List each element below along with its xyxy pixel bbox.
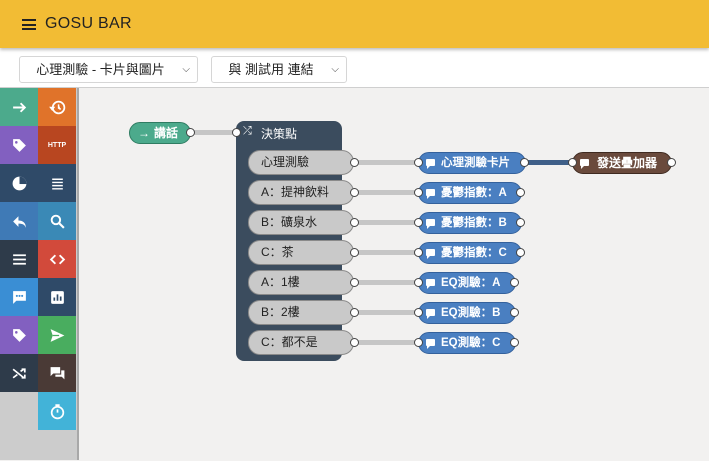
chat-dots-icon[interactable]	[0, 278, 38, 316]
sender-node-label: 發送疊加器	[597, 156, 658, 170]
sender-node[interactable]: 發送疊加器	[572, 152, 672, 174]
output-port[interactable]	[350, 338, 359, 347]
send-icon[interactable]	[38, 316, 76, 354]
connection-wire	[354, 340, 420, 345]
decision-option[interactable]: 心理測驗	[248, 150, 354, 175]
history-icon[interactable]	[38, 88, 76, 126]
forum-icon	[580, 159, 589, 169]
reply-icon[interactable]	[0, 202, 38, 240]
connection-wire	[354, 280, 420, 285]
connection-wire	[354, 160, 420, 165]
shuffle-icon: ⤮	[243, 125, 252, 137]
input-port[interactable]	[232, 128, 241, 137]
app-title: GOSU BAR	[45, 15, 132, 32]
output-port[interactable]	[510, 308, 519, 317]
output-port[interactable]	[350, 158, 359, 167]
chevron-down-icon: ⌵	[182, 64, 190, 75]
output-port[interactable]	[350, 278, 359, 287]
output-port[interactable]	[667, 158, 676, 167]
output-port[interactable]	[520, 158, 529, 167]
chat-bubble-icon	[426, 219, 435, 229]
connection-wire	[354, 310, 420, 315]
link-select-value: 與 測試用 連結	[228, 62, 314, 77]
chevron-down-icon: ⌵	[331, 64, 339, 75]
card-select-value: 心理測驗 - 卡片與圖片	[36, 62, 165, 77]
chat-bubble-icon	[426, 249, 435, 259]
message-node-label: 憂鬱指數：B	[441, 217, 507, 229]
menu-lines-icon[interactable]	[0, 240, 38, 278]
output-port[interactable]	[350, 248, 359, 257]
output-port[interactable]	[350, 308, 359, 317]
pie-chart-icon[interactable]	[0, 164, 38, 202]
output-port[interactable]	[516, 218, 525, 227]
input-port[interactable]	[414, 188, 423, 197]
flow-canvas[interactable]	[0, 87, 709, 461]
message-node[interactable]: EQ測驗：C	[418, 332, 516, 354]
message-node[interactable]: 心理測驗卡片	[418, 152, 526, 174]
arrow-right-icon[interactable]	[0, 88, 38, 126]
message-node-label: EQ測驗：C	[441, 337, 501, 349]
decision-option[interactable]: A：1樓	[248, 270, 354, 295]
decision-node-title: 決策點	[261, 127, 298, 141]
input-port[interactable]	[568, 158, 577, 167]
connection-wire	[354, 190, 420, 195]
decision-option[interactable]: A：提神飲料	[248, 180, 354, 205]
input-port[interactable]	[414, 338, 423, 347]
message-node[interactable]: EQ測驗：A	[418, 272, 516, 294]
output-port[interactable]	[516, 248, 525, 257]
output-port[interactable]	[350, 188, 359, 197]
connection-wire	[354, 220, 420, 225]
app-header: GOSU BAR	[0, 0, 709, 48]
code-icon[interactable]	[38, 240, 76, 278]
card-select[interactable]: 心理測驗 - 卡片與圖片 ⌵	[19, 56, 198, 83]
input-port[interactable]	[414, 248, 423, 257]
message-node[interactable]: 憂鬱指數：A	[418, 182, 522, 204]
shuffle-icon[interactable]	[0, 354, 38, 392]
hamburger-menu-icon[interactable]	[22, 19, 36, 30]
search-icon[interactable]	[38, 202, 76, 240]
speak-node[interactable]: → 講話	[129, 122, 191, 144]
tag-icon[interactable]	[0, 126, 38, 164]
output-port[interactable]	[510, 278, 519, 287]
output-port[interactable]	[516, 188, 525, 197]
message-node[interactable]: 憂鬱指數：C	[418, 242, 522, 264]
decision-option[interactable]: C：都不是	[248, 330, 354, 355]
http-icon[interactable]: HTTP	[38, 126, 76, 164]
message-node[interactable]: EQ測驗：B	[418, 302, 516, 324]
connection-wire	[354, 250, 420, 255]
input-port[interactable]	[414, 158, 423, 167]
chat-bubble-icon	[426, 189, 435, 199]
bar-chart-icon[interactable]	[38, 278, 76, 316]
forum-icon[interactable]	[38, 354, 76, 392]
connection-wire-active	[524, 160, 574, 165]
chat-bubble-icon	[426, 279, 435, 289]
output-port[interactable]	[186, 128, 195, 137]
message-node-label: 心理測驗卡片	[441, 157, 510, 169]
input-port[interactable]	[414, 308, 423, 317]
output-port[interactable]	[350, 218, 359, 227]
list-icon[interactable]	[38, 164, 76, 202]
message-node-label: 憂鬱指數：C	[441, 247, 507, 259]
toolbox: HTTP	[0, 88, 79, 460]
decision-option[interactable]: B：2樓	[248, 300, 354, 325]
timer-icon[interactable]	[38, 392, 76, 430]
message-node[interactable]: 憂鬱指數：B	[418, 212, 522, 234]
link-select[interactable]: 與 測試用 連結 ⌵	[211, 56, 347, 83]
chat-bubble-icon	[426, 159, 435, 169]
message-node-label: 憂鬱指數：A	[441, 187, 507, 199]
message-node-label: EQ測驗：B	[441, 307, 501, 319]
arrow-right-icon: →	[138, 126, 150, 140]
connection-wire	[190, 130, 236, 135]
message-node-label: EQ測驗：A	[441, 277, 501, 289]
decision-option[interactable]: C：茶	[248, 240, 354, 265]
input-port[interactable]	[414, 278, 423, 287]
speak-node-label: 講話	[154, 126, 179, 140]
input-port[interactable]	[414, 218, 423, 227]
chat-bubble-icon	[426, 339, 435, 349]
chat-bubble-icon	[426, 309, 435, 319]
decision-option[interactable]: B：礦泉水	[248, 210, 354, 235]
tag-icon[interactable]	[0, 316, 38, 354]
output-port[interactable]	[510, 338, 519, 347]
